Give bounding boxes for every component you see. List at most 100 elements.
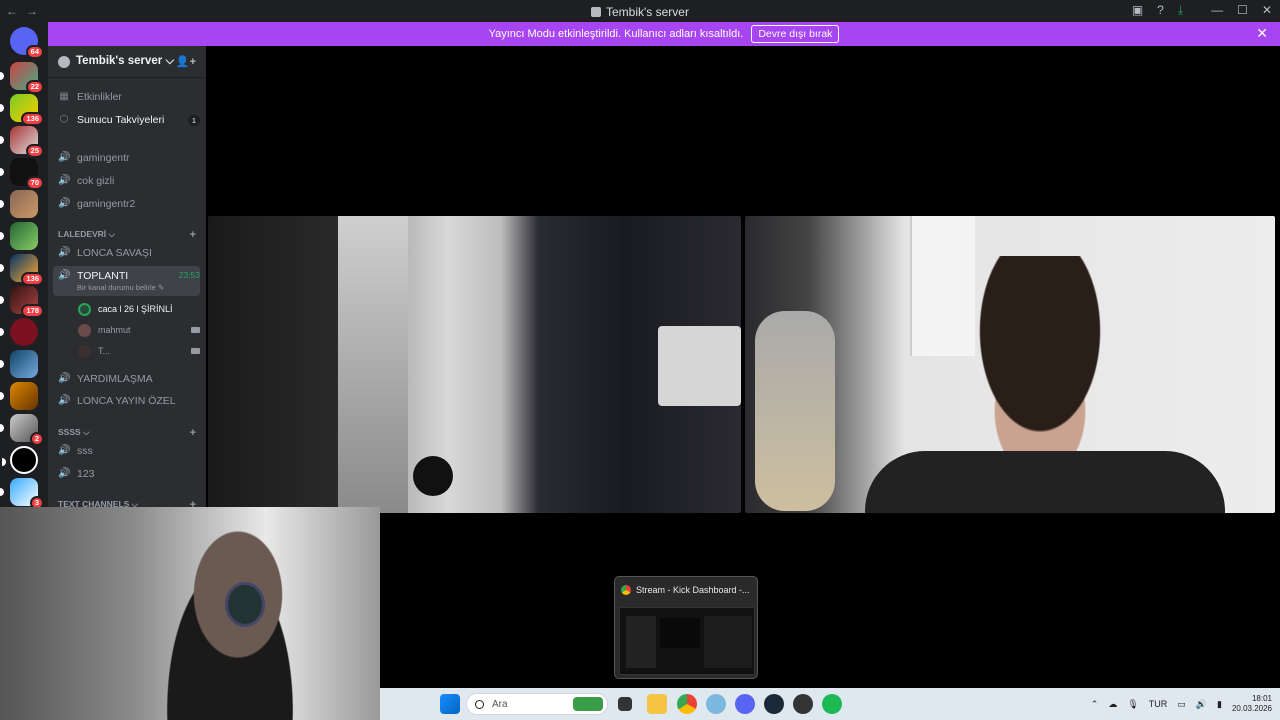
volume-icon[interactable]: 🔊 xyxy=(1196,699,1207,710)
badge: 64 xyxy=(25,45,44,59)
preview-thumbnail xyxy=(619,607,755,675)
server-icon-8[interactable]: 178 xyxy=(0,286,44,318)
voice-channel-toplanti[interactable]: 🔊 TOPLANTI 23:53 Bir kanal durumu belirle… xyxy=(53,266,200,296)
chrome-taskbar-icon[interactable] xyxy=(677,694,697,714)
app-icon-2[interactable] xyxy=(793,694,813,714)
battery-icon[interactable]: ▮ xyxy=(1217,699,1222,710)
server-icon-13[interactable] xyxy=(2,446,38,474)
window-titlebar: ← → Tembik's server ▣ ? ⤓ — ☐ ✕ xyxy=(0,0,1280,22)
server-icon-10[interactable] xyxy=(0,350,38,378)
microphone-shape xyxy=(413,456,453,496)
microphone-icon[interactable]: 🎙 xyxy=(1127,699,1138,710)
category-laledevri[interactable]: LALEDEVRİ ⌵ + xyxy=(58,229,196,241)
taskbar-window-preview[interactable]: Stream - Kick Dashboard -... xyxy=(614,576,758,679)
task-view-icon[interactable] xyxy=(618,697,632,711)
channel-label: gamingentr xyxy=(77,152,130,164)
badge: 25 xyxy=(25,144,44,158)
window-title-text: Tembik's server xyxy=(606,5,689,19)
help-icon[interactable]: ? xyxy=(1157,3,1164,18)
spotify-icon[interactable] xyxy=(822,694,842,714)
download-icon[interactable]: ⤓ xyxy=(1178,3,1183,18)
camera-icon xyxy=(191,327,200,333)
server-icon-12[interactable]: 2 xyxy=(0,414,44,446)
server-header[interactable]: Tembik's server ⌵ 👤+ xyxy=(48,46,206,78)
add-channel-icon[interactable]: + xyxy=(190,229,196,241)
server-icon-6[interactable] xyxy=(0,222,38,250)
voice-channel-gamingentr2[interactable]: 🔊 gamingentr2 xyxy=(58,194,200,214)
server-boosts-item[interactable]: ⬡ Sunucu Takviyeleri 1 xyxy=(58,110,200,130)
start-button[interactable] xyxy=(440,694,460,714)
window-title: Tembik's server xyxy=(0,5,1280,19)
video-tile-room[interactable] xyxy=(208,216,741,513)
server-icon-2[interactable]: 136 xyxy=(0,94,44,126)
microphone-shape xyxy=(755,311,835,511)
unread-dot xyxy=(0,232,4,240)
badge: 70 xyxy=(25,176,44,190)
window-shape xyxy=(338,216,408,513)
server-icon-1[interactable]: 22 xyxy=(0,62,44,94)
server-icon-14[interactable]: 3 xyxy=(0,478,44,510)
taskbar-search[interactable]: Ara xyxy=(466,693,608,715)
voice-member[interactable]: mahmut xyxy=(78,321,200,339)
clock[interactable]: 18:01 20.03.2026 xyxy=(1232,694,1272,714)
voice-member[interactable]: T... xyxy=(78,342,200,360)
file-explorer-icon[interactable] xyxy=(647,694,667,714)
category-label: Text Channels ⌵ xyxy=(58,499,139,507)
voice-channel-lonca-savasi[interactable]: 🔊 LONCA SAVAŞI xyxy=(58,243,200,263)
self-video-pip[interactable] xyxy=(0,507,380,720)
voice-channel-123[interactable]: 🔊 123 xyxy=(58,464,200,484)
invite-people-icon[interactable]: 👤+ xyxy=(176,55,196,68)
avatar xyxy=(78,302,91,316)
close-window-button[interactable]: ✕ xyxy=(1262,3,1272,18)
server-icon-11[interactable] xyxy=(0,382,38,410)
preview-title: Stream - Kick Dashboard -... xyxy=(636,585,750,595)
minimize-button[interactable]: — xyxy=(1211,3,1223,18)
speaker-icon: 🔊 xyxy=(58,198,71,209)
channel-label: LONCA SAVAŞI xyxy=(77,247,152,259)
events-item[interactable]: ▦ Etkinlikler xyxy=(58,87,200,107)
set-channel-status[interactable]: Bir kanal durumu belirle ✎ xyxy=(77,283,200,292)
badge: 178 xyxy=(21,304,44,318)
discord-taskbar-icon[interactable] xyxy=(735,694,755,714)
voice-channel-sss[interactable]: 🔊 sss xyxy=(58,441,200,461)
unread-dot xyxy=(0,328,4,336)
voice-channel-lonca-yayin-ozel[interactable]: 🔊 LONCA YAYIN ÖZEL xyxy=(58,391,200,411)
speaker-icon: 🔊 xyxy=(58,247,71,258)
server-icon-4[interactable]: 70 xyxy=(0,158,44,190)
speaker-icon: 🔊 xyxy=(58,468,71,479)
category-ssss[interactable]: ssss ⌵ + xyxy=(58,427,196,439)
category-text-channels[interactable]: Text Channels ⌵ + xyxy=(58,499,196,507)
disable-streamer-mode-button[interactable]: Devre dışı bırak xyxy=(751,25,840,43)
badge: 136 xyxy=(21,112,44,126)
screen-share-icon[interactable]: ▣ xyxy=(1132,3,1143,18)
server-icon-7[interactable]: 136 xyxy=(0,254,44,286)
avatar xyxy=(78,323,91,337)
channel-label: YARDIMLAŞMA xyxy=(77,373,153,385)
video-tile-person[interactable] xyxy=(745,216,1275,513)
voice-member[interactable]: caca l 26 l ŞİRİNLİ xyxy=(78,300,200,318)
server-icon-3[interactable]: 25 xyxy=(0,126,44,158)
unread-dot xyxy=(0,168,4,176)
add-channel-icon[interactable]: + xyxy=(190,427,196,439)
add-channel-icon[interactable]: + xyxy=(190,499,196,507)
server-boosts-label: Sunucu Takviyeleri xyxy=(77,114,165,126)
steam-icon[interactable] xyxy=(764,694,784,714)
member-name: T... xyxy=(98,346,111,356)
maximize-button[interactable]: ☐ xyxy=(1237,3,1248,18)
server-icon-5[interactable] xyxy=(0,190,38,218)
unread-dot xyxy=(0,424,4,432)
voice-channel-yardimlasma[interactable]: 🔊 YARDIMLAŞMA xyxy=(58,369,200,389)
network-icon[interactable]: ▭ xyxy=(1177,699,1186,710)
member-name: caca l 26 l ŞİRİNLİ xyxy=(98,304,173,314)
cloud-icon[interactable]: ☁ xyxy=(1108,699,1117,710)
server-icon-9[interactable] xyxy=(0,318,38,346)
headset-shape xyxy=(225,582,265,627)
language-indicator[interactable]: TUR xyxy=(1149,699,1168,709)
chevron-up-icon[interactable]: ⌃ xyxy=(1091,699,1099,710)
voice-channel-gamingentr[interactable]: 🔊 gamingentr xyxy=(58,148,200,168)
home-button[interactable]: 64 xyxy=(10,27,44,59)
voice-channel-cok-gizli[interactable]: 🔊 cok gizli xyxy=(58,171,200,191)
server-icon xyxy=(591,7,601,17)
app-icon[interactable] xyxy=(706,694,726,714)
close-banner-icon[interactable]: ✕ xyxy=(1256,25,1268,42)
